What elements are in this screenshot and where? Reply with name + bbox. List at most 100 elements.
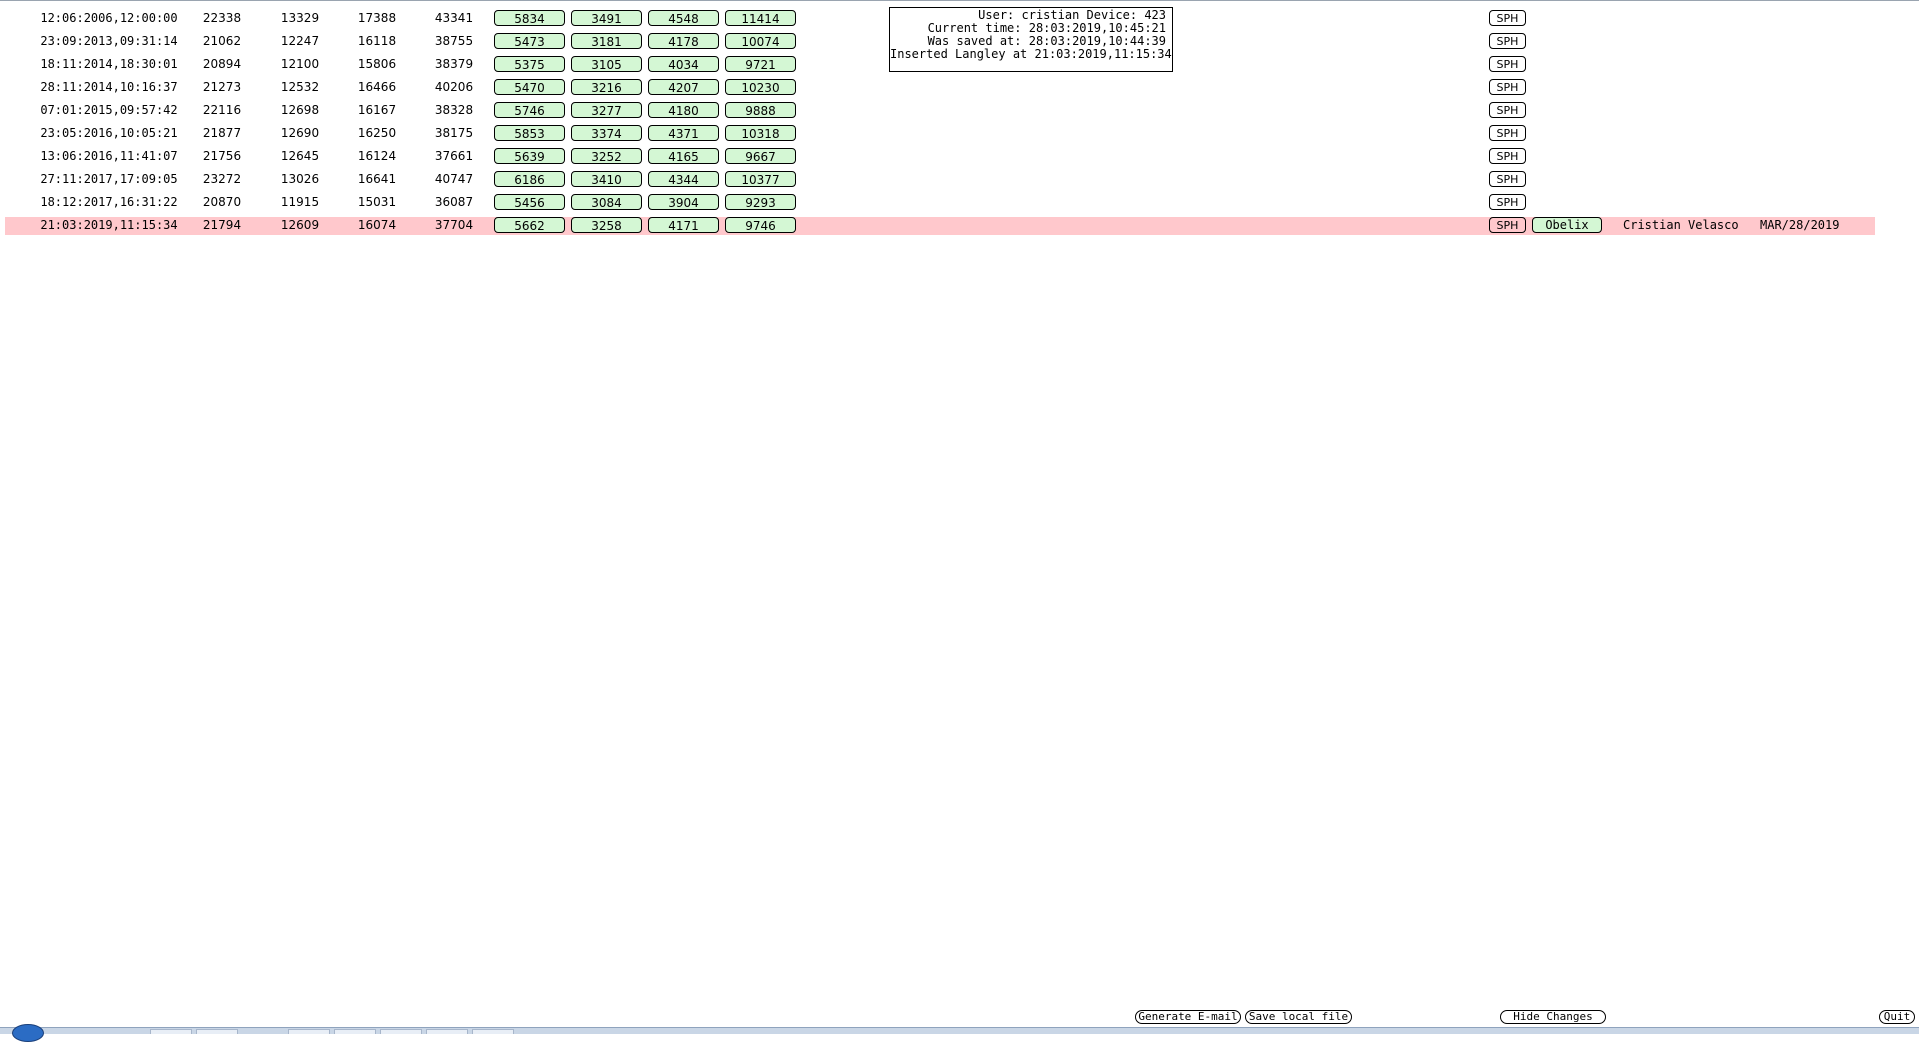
value-cell: 23272 [202, 172, 242, 186]
value-button[interactable]: 10074 [725, 33, 796, 49]
value-cell: 16118 [357, 34, 397, 48]
value-button[interactable]: 3084 [571, 194, 642, 210]
value-button[interactable]: 10230 [725, 79, 796, 95]
value-button[interactable]: 5470 [494, 79, 565, 95]
table-row: 28:11:2014,10:16:37 21273 12532 16466 40206 5… [0, 76, 1919, 99]
value-cell: 21877 [202, 126, 242, 140]
value-button[interactable]: 11414 [725, 10, 796, 26]
value-cell: 16074 [357, 218, 397, 232]
value-button[interactable]: 9667 [725, 148, 796, 164]
value-cell: 37661 [434, 149, 474, 163]
value-cell: 12532 [280, 80, 320, 94]
value-cell: 22338 [202, 11, 242, 25]
value-cell: 36087 [434, 195, 474, 209]
value-button[interactable]: 4165 [648, 148, 719, 164]
value-cell: 21062 [202, 34, 242, 48]
value-button[interactable]: 9888 [725, 102, 796, 118]
value-button[interactable]: 9746 [725, 217, 796, 233]
device-button[interactable]: Obelix [1532, 217, 1602, 233]
value-button[interactable]: 10318 [725, 125, 796, 141]
sph-button[interactable]: SPH [1489, 148, 1526, 164]
value-button[interactable]: 5639 [494, 148, 565, 164]
value-cell: 16641 [357, 172, 397, 186]
sph-button[interactable]: SPH [1489, 125, 1526, 141]
value-cell: 20870 [202, 195, 242, 209]
value-button[interactable]: 5456 [494, 194, 565, 210]
quit-button[interactable]: Quit [1879, 1010, 1915, 1024]
value-button[interactable]: 4207 [648, 79, 719, 95]
info-inserted-langley: Inserted Langley at 21:03:2019,11:15:34 [890, 47, 1172, 61]
taskbar-button[interactable] [380, 1029, 422, 1034]
sph-button[interactable]: SPH [1489, 171, 1526, 187]
value-button[interactable]: 4548 [648, 10, 719, 26]
value-button[interactable]: 5662 [494, 217, 565, 233]
datetime-cell: 23:09:2013,09:31:14 [40, 34, 178, 48]
sph-button[interactable]: SPH [1489, 102, 1526, 118]
sph-button[interactable]: SPH [1489, 33, 1526, 49]
value-cell: 38175 [434, 126, 474, 140]
taskbar-button[interactable] [150, 1029, 192, 1034]
value-cell: 17388 [357, 11, 397, 25]
value-button[interactable]: 3904 [648, 194, 719, 210]
table-row: 23:05:2016,10:05:21 21877 12690 16250 38175 5… [0, 122, 1919, 145]
save-local-file-button[interactable]: Save local file [1245, 1010, 1352, 1024]
value-button[interactable]: 6186 [494, 171, 565, 187]
datetime-cell: 12:06:2006,12:00:00 [40, 11, 178, 25]
value-button[interactable]: 3105 [571, 56, 642, 72]
value-button[interactable]: 4180 [648, 102, 719, 118]
value-button[interactable]: 4344 [648, 171, 719, 187]
value-button[interactable]: 3181 [571, 33, 642, 49]
hide-changes-button[interactable]: Hide Changes [1500, 1010, 1606, 1024]
generate-email-button[interactable]: Generate E-mail [1135, 1010, 1241, 1024]
value-button[interactable]: 3277 [571, 102, 642, 118]
value-cell: 11915 [280, 195, 320, 209]
value-cell: 13329 [280, 11, 320, 25]
sph-button[interactable]: SPH [1489, 10, 1526, 26]
value-button[interactable]: 5853 [494, 125, 565, 141]
taskbar-button[interactable] [196, 1029, 238, 1034]
datetime-cell: 27:11:2017,17:09:05 [40, 172, 178, 186]
window-top-border [0, 0, 1919, 1]
sph-button[interactable]: SPH [1489, 194, 1526, 210]
value-cell: 21273 [202, 80, 242, 94]
value-button[interactable]: 9721 [725, 56, 796, 72]
value-button[interactable]: 5473 [494, 33, 565, 49]
value-cell: 40206 [434, 80, 474, 94]
value-button[interactable]: 3374 [571, 125, 642, 141]
value-cell: 12609 [280, 218, 320, 232]
sph-button[interactable]: SPH [1489, 79, 1526, 95]
value-button[interactable]: 3410 [571, 171, 642, 187]
value-button[interactable]: 5375 [494, 56, 565, 72]
value-button[interactable]: 3258 [571, 217, 642, 233]
value-cell: 12100 [280, 57, 320, 71]
taskbar-button[interactable] [426, 1029, 468, 1034]
value-cell: 16250 [357, 126, 397, 140]
value-button[interactable]: 4178 [648, 33, 719, 49]
datetime-cell: 23:05:2016,10:05:21 [40, 126, 178, 140]
taskbar-button[interactable] [472, 1029, 514, 1034]
value-cell: 20894 [202, 57, 242, 71]
datetime-cell: 28:11:2014,10:16:37 [40, 80, 178, 94]
value-button[interactable]: 3252 [571, 148, 642, 164]
value-button[interactable]: 5746 [494, 102, 565, 118]
value-button[interactable]: 4371 [648, 125, 719, 141]
value-button[interactable]: 9293 [725, 194, 796, 210]
value-cell: 13026 [280, 172, 320, 186]
value-cell: 22116 [202, 103, 242, 117]
datetime-cell: 18:11:2014,18:30:01 [40, 57, 178, 71]
value-button[interactable]: 10377 [725, 171, 796, 187]
sph-button[interactable]: SPH [1489, 217, 1526, 233]
value-button[interactable]: 3216 [571, 79, 642, 95]
sph-button[interactable]: SPH [1489, 56, 1526, 72]
datetime-cell: 21:03:2019,11:15:34 [40, 218, 178, 232]
value-button[interactable]: 4171 [648, 217, 719, 233]
value-cell: 38379 [434, 57, 474, 71]
value-cell: 37704 [434, 218, 474, 232]
taskbar-button[interactable] [288, 1029, 330, 1034]
value-button[interactable]: 3491 [571, 10, 642, 26]
start-menu-icon[interactable] [12, 1024, 44, 1042]
value-cell: 21794 [202, 218, 242, 232]
value-button[interactable]: 4034 [648, 56, 719, 72]
value-button[interactable]: 5834 [494, 10, 565, 26]
taskbar-button[interactable] [334, 1029, 376, 1034]
